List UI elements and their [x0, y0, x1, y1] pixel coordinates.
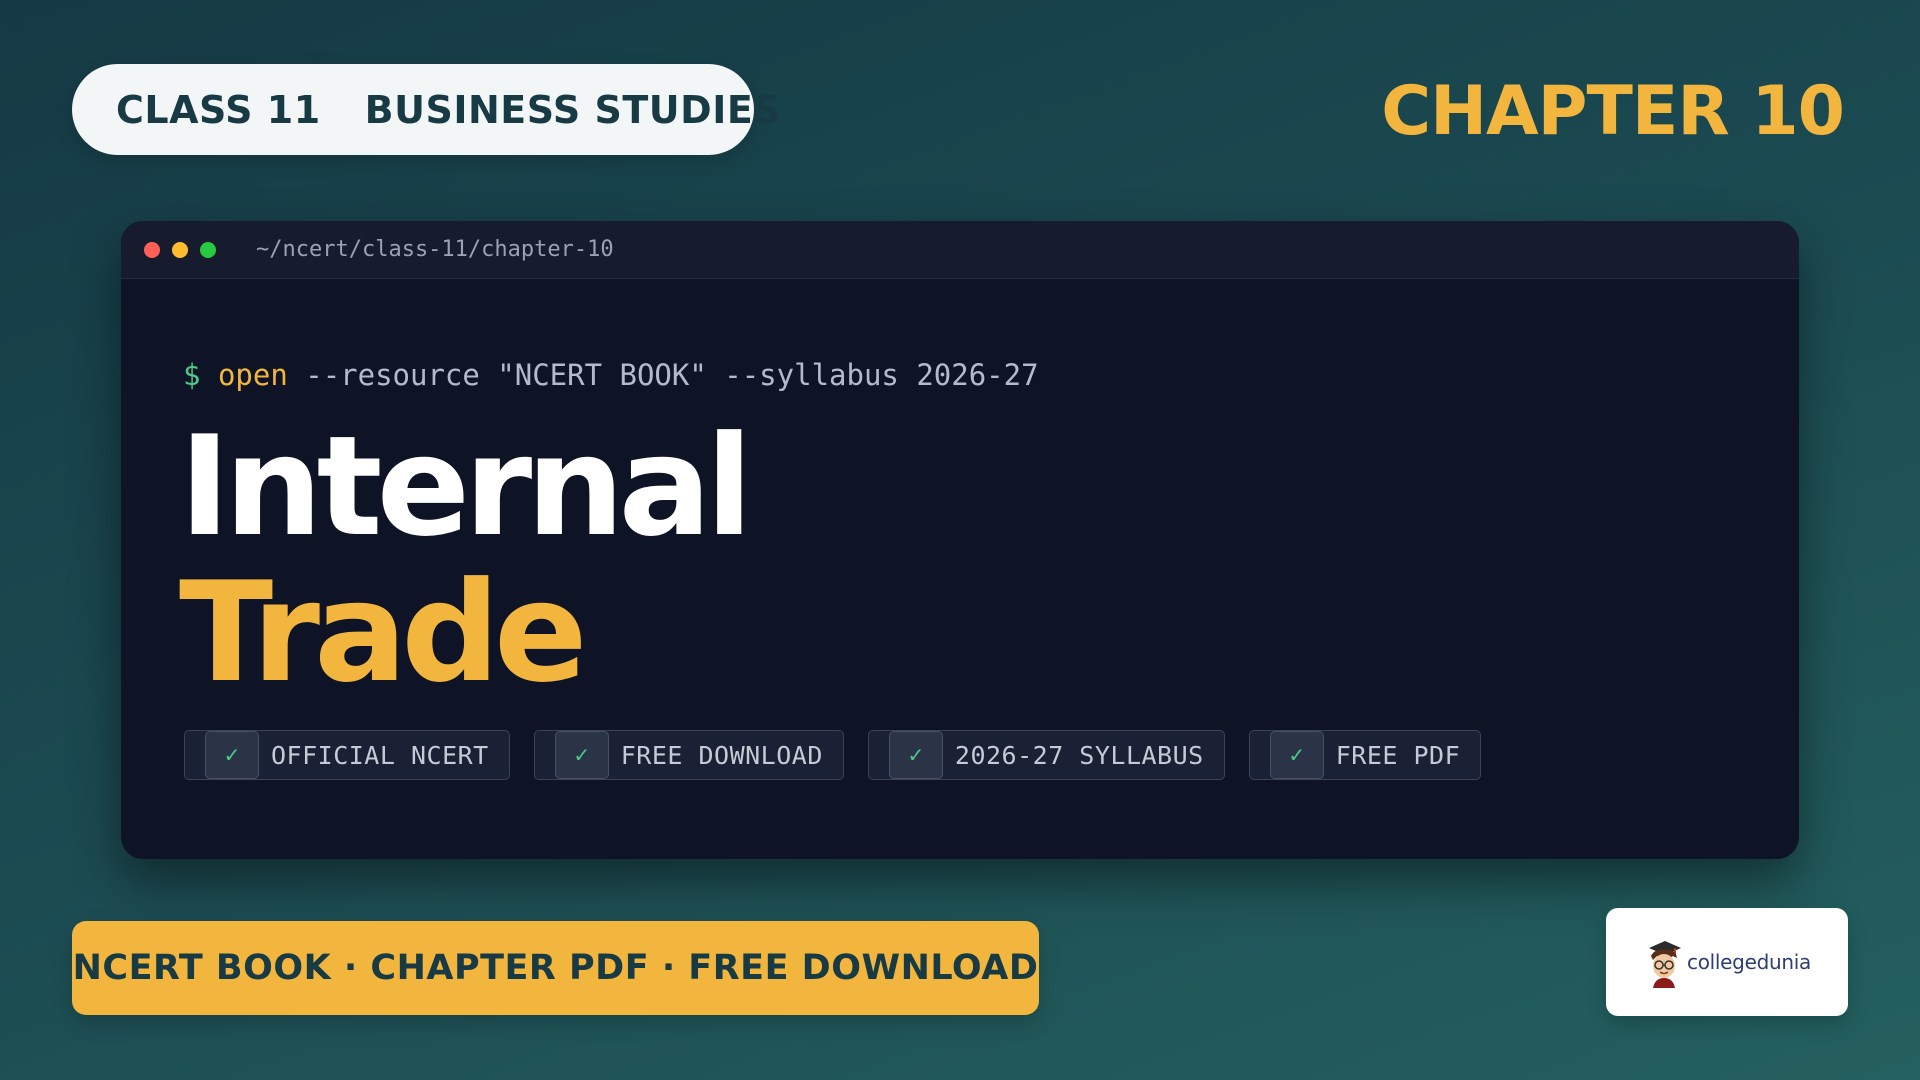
- close-dot-icon[interactable]: [144, 241, 160, 258]
- badge-label: FREE PDF: [1335, 740, 1461, 770]
- download-banner: NCERT BOOK · CHAPTER PDF · FREE DOWNLOAD: [72, 921, 1039, 1015]
- badge-free-download: ✓ FREE DOWNLOAD: [533, 730, 844, 780]
- badge-free-pdf: ✓ FREE PDF: [1248, 730, 1482, 780]
- command-args: --resource "NCERT BOOK" --syllabus 2026-…: [287, 358, 1039, 392]
- banner-text: NCERT BOOK · CHAPTER PDF · FREE DOWNLOAD: [72, 948, 1039, 988]
- command-name: open: [217, 358, 288, 392]
- terminal-titlebar: ~/ncert/class-11/chapter-10: [121, 221, 1799, 279]
- check-icon: ✓: [205, 731, 259, 779]
- terminal-window: ~/ncert/class-11/chapter-10 $ open --res…: [121, 221, 1799, 859]
- check-icon: ✓: [888, 731, 943, 779]
- command-line: $ open --resource "NCERT BOOK" --syllabu…: [183, 358, 1039, 392]
- badge-official-ncert: ✓ OFFICIAL NCERT: [184, 730, 510, 780]
- badge-syllabus: ✓ 2026-27 SYLLABUS: [867, 730, 1225, 780]
- class-label: CLASS 11: [116, 87, 321, 132]
- badge-label: 2026-27 SYLLABUS: [954, 740, 1204, 770]
- feature-badges: ✓ OFFICIAL NCERT ✓ FREE DOWNLOAD ✓ 2026-…: [184, 730, 1505, 780]
- minimize-dot-icon[interactable]: [172, 241, 188, 258]
- chapter-title-line2: Trade: [179, 552, 588, 713]
- prompt-symbol: $: [183, 358, 201, 392]
- class-subject-pill: CLASS 11 BUSINESS STUDIES: [72, 64, 781, 155]
- maximize-dot-icon[interactable]: [200, 241, 216, 258]
- chapter-title-line1: Internal: [179, 406, 753, 567]
- collegedunia-logo: collegedunia: [1606, 908, 1848, 1016]
- terminal-path: ~/ncert/class-11/chapter-10: [256, 237, 614, 262]
- chapter-heading: CHAPTER 10: [1381, 72, 1845, 151]
- check-icon: ✓: [554, 731, 609, 779]
- badge-label: FREE DOWNLOAD: [620, 740, 823, 770]
- check-icon: ✓: [1269, 731, 1324, 779]
- logo-text: collegedunia: [1687, 950, 1811, 974]
- badge-label: OFFICIAL NCERT: [271, 740, 489, 770]
- mascot-icon: [1649, 941, 1682, 988]
- subject-label: BUSINESS STUDIES: [364, 87, 782, 132]
